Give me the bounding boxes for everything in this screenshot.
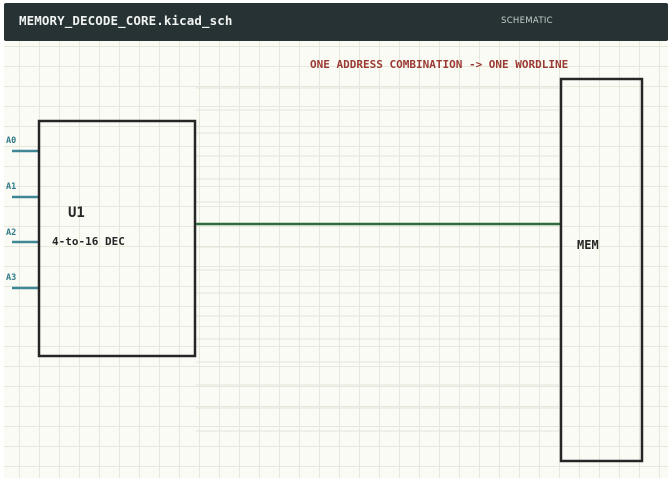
decoder-value: 4-to-16 DEC bbox=[52, 235, 125, 248]
decoder-component-u1[interactable]: U1 4-to-16 DEC bbox=[37, 119, 197, 358]
decoder-reference: U1 bbox=[68, 205, 85, 221]
memory-component[interactable]: MEM bbox=[559, 77, 644, 463]
schematic-editor-window: MEMORY_DECODE_CORE.kicad_sch SCHEMATIC O… bbox=[0, 0, 672, 482]
pin-label-a2: A2 bbox=[6, 228, 16, 238]
wordline-annotation: ONE ADDRESS COMBINATION -> ONE WORDLINE bbox=[310, 58, 568, 71]
row-guides bbox=[196, 87, 560, 432]
schematic-drawing: ONE ADDRESS COMBINATION -> ONE WORDLINE … bbox=[6, 58, 644, 463]
pin-label-a0: A0 bbox=[6, 136, 16, 146]
pin-label-a3: A3 bbox=[6, 273, 16, 283]
memory-label: MEM bbox=[577, 238, 599, 252]
pin-label-a1: A1 bbox=[6, 182, 16, 192]
memory-body[interactable] bbox=[559, 77, 644, 463]
address-pins: A0 A1 A2 A3 bbox=[6, 136, 40, 290]
